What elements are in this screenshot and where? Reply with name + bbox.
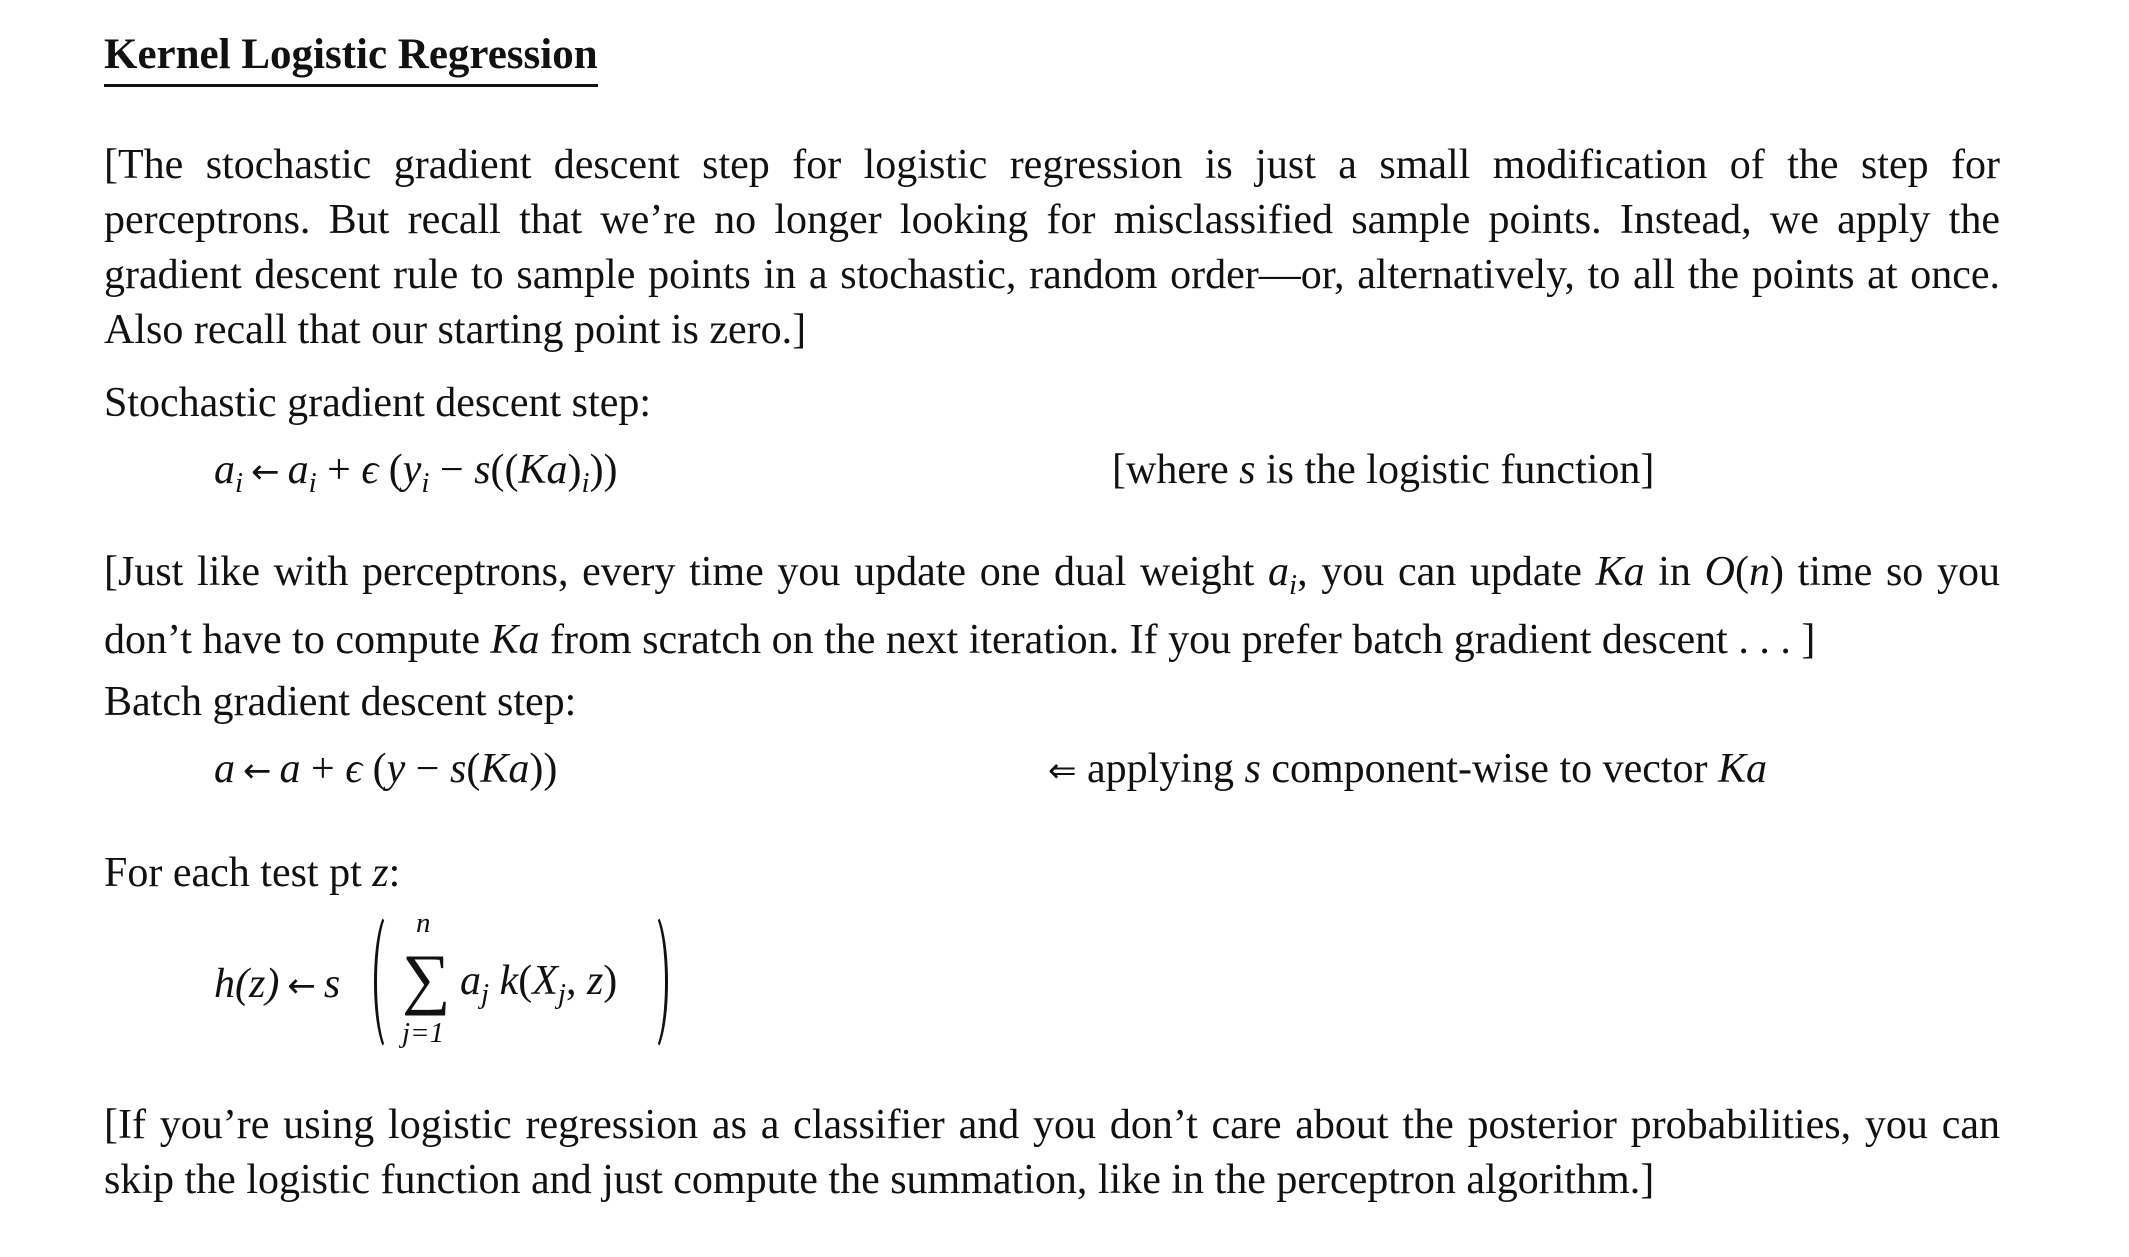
test-point-label: For each test pt z: bbox=[104, 850, 401, 896]
batch-note: ⇐ applying s component-wise to vector Ka bbox=[1048, 746, 1768, 792]
sum-upper-limit: n bbox=[416, 907, 431, 939]
left-arrow-icon: ← bbox=[243, 751, 272, 791]
left-arrow-icon: ← bbox=[251, 452, 280, 492]
sgd-note: [where s is the logistic function] bbox=[1112, 447, 1655, 493]
left-arrow-icon: ← bbox=[287, 966, 316, 1006]
sgd-equation: ai ← ai + ϵ (yi − s((Ka)i)) bbox=[214, 447, 618, 499]
sum-term: aj k(Xj, z) bbox=[460, 958, 618, 1010]
section-title: Kernel Logistic Regression bbox=[104, 28, 598, 87]
batch-label: Batch gradient descent step: bbox=[104, 679, 577, 725]
summation-block: n ∑ j=1 aj k(Xj, z) bbox=[374, 900, 834, 1060]
batch-equation: a ← a + ϵ (y − s(Ka)) bbox=[214, 746, 558, 792]
right-paren bbox=[636, 910, 668, 1054]
sigma-icon: ∑ bbox=[402, 940, 451, 1016]
classifier-paragraph: [If you’re using logistic regression as … bbox=[104, 1102, 2000, 1203]
sgd-label: Stochastic gradient descent step: bbox=[104, 380, 652, 426]
hypothesis-lhs: h(z) ← s bbox=[214, 961, 341, 1007]
document-page: Kernel Logistic Regression [The stochast… bbox=[0, 0, 2129, 1257]
intro-paragraph: [The stochastic gradient descent step fo… bbox=[104, 142, 2000, 353]
sum-lower-limit: j=1 bbox=[402, 1017, 445, 1049]
double-left-arrow-icon: ⇐ bbox=[1048, 751, 1077, 791]
dual-weight-paragraph: [Just like with perceptrons, every time … bbox=[104, 549, 2000, 663]
